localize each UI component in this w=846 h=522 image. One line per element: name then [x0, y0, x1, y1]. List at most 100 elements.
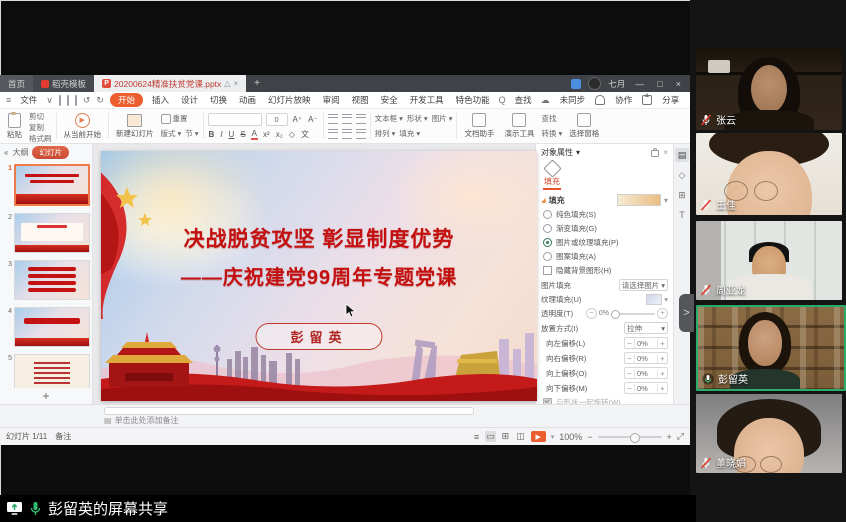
- hamburger-icon[interactable]: ≡: [6, 95, 11, 105]
- present-tools-button[interactable]: 演示工具: [501, 111, 537, 141]
- fill-section-header[interactable]: ◢ 填充 ▾: [541, 194, 668, 206]
- participant-video-4-speaking[interactable]: 彭留英: [696, 305, 846, 391]
- paste-button[interactable]: 粘贴: [4, 111, 25, 141]
- picture-fill-dropdown[interactable]: 请选择图片▾: [619, 279, 668, 291]
- strikethrough-button[interactable]: S: [239, 130, 246, 139]
- font-size-select[interactable]: 0: [266, 113, 288, 126]
- ribbon-tab-review[interactable]: 审阅: [320, 93, 343, 107]
- minus-icon[interactable]: −: [625, 384, 635, 393]
- thumbnail-1[interactable]: 1: [2, 164, 90, 206]
- ribbon-tab-devtools[interactable]: 开发工具: [407, 93, 447, 107]
- participant-video-5[interactable]: 董晓娟: [696, 394, 842, 473]
- increase-font-icon[interactable]: A⁺: [292, 115, 304, 124]
- text-tool-button[interactable]: 文: [300, 129, 310, 140]
- checkbox-rotate-with-shape[interactable]: 与形状一起旋转(W): [541, 397, 668, 404]
- bold-button[interactable]: B: [208, 130, 216, 139]
- sidebar-collapse-handle[interactable]: >: [679, 294, 694, 332]
- print-icon[interactable]: [67, 95, 69, 106]
- tab-document[interactable]: P 20200624精准扶贫党课.pptx △ ×: [94, 75, 246, 92]
- slides-tab[interactable]: 幻灯片: [32, 146, 69, 159]
- checkbox-hide-background[interactable]: 隐藏背景图形(H): [541, 265, 668, 276]
- thumbnail-3[interactable]: 3: [2, 260, 90, 300]
- arrange-button[interactable]: 排列▾: [375, 128, 396, 139]
- ribbon-tab-start[interactable]: 开始: [110, 93, 143, 107]
- ribbon-tab-slideshow[interactable]: 幻灯片放映: [265, 93, 314, 107]
- participant-video-2[interactable]: 王佳: [696, 133, 842, 215]
- format-painter-button[interactable]: 格式刷: [29, 133, 52, 144]
- app-window-icon[interactable]: [571, 79, 581, 89]
- layers-pane-icon[interactable]: ⊞: [675, 188, 689, 202]
- participant-video-1[interactable]: 张云: [696, 47, 842, 130]
- undo-icon[interactable]: ↺: [83, 95, 91, 106]
- number-list-icon[interactable]: [342, 114, 352, 124]
- slide-1[interactable]: 决战脱贫攻坚 彰显制度优势 ——庆祝建党99周年专题党课 彭留英: [101, 151, 537, 401]
- texture-swatch[interactable]: [646, 294, 662, 305]
- minus-icon[interactable]: −: [625, 369, 635, 378]
- offset-up-spinner[interactable]: −0%+: [624, 367, 668, 379]
- radio-solid-fill[interactable]: 纯色填充(S): [541, 209, 668, 220]
- decrease-font-icon[interactable]: A⁻: [307, 115, 319, 124]
- doc-assistant-button[interactable]: 文档助手: [461, 111, 497, 141]
- close-window-button[interactable]: ×: [673, 79, 684, 89]
- play-options-caret[interactable]: ▾: [551, 433, 555, 441]
- plus-icon[interactable]: +: [657, 384, 667, 393]
- plus-icon[interactable]: +: [657, 354, 667, 363]
- maximize-button[interactable]: □: [654, 79, 665, 89]
- font-family-select[interactable]: [208, 113, 262, 126]
- font-color-button[interactable]: A: [251, 129, 258, 140]
- ribbon-tab-insert[interactable]: 插入: [149, 93, 172, 107]
- subscript-button[interactable]: x₂: [275, 130, 284, 139]
- underline-button[interactable]: U: [228, 130, 236, 139]
- ribbon-tab-transition[interactable]: 切换: [207, 93, 230, 107]
- caret-down-icon[interactable]: ▾: [664, 295, 668, 304]
- layout-button[interactable]: 版式▾: [161, 128, 182, 139]
- account-avatar[interactable]: [588, 77, 601, 90]
- copy-button[interactable]: 复制: [29, 122, 52, 133]
- search-icon[interactable]: Q: [499, 95, 506, 105]
- ribbon-tab-view[interactable]: 视图: [349, 93, 372, 107]
- new-tab-button[interactable]: +: [246, 75, 268, 92]
- reading-view-icon[interactable]: ◫: [515, 431, 526, 442]
- clear-format-button[interactable]: ◇: [288, 130, 296, 139]
- radio-pattern-fill[interactable]: 图案填充(A): [541, 251, 668, 262]
- bullet-list-icon[interactable]: [328, 114, 338, 124]
- transparency-slider[interactable]: [611, 313, 655, 315]
- convert-button[interactable]: 转换▾: [541, 128, 562, 139]
- radio-gradient-fill[interactable]: 渐变填充(G): [541, 223, 668, 234]
- reset-button[interactable]: 重置: [161, 113, 199, 124]
- collapse-panel-icon[interactable]: «: [4, 148, 8, 157]
- zoom-out-button[interactable]: −: [587, 432, 592, 442]
- collab-button[interactable]: 协作: [612, 93, 635, 107]
- shape-button[interactable]: 形状▾: [407, 113, 428, 124]
- fill-tab[interactable]: 填充: [541, 161, 668, 191]
- slider-knob[interactable]: [611, 310, 620, 319]
- notes-toggle[interactable]: 备注: [55, 431, 71, 442]
- notes-view-icon[interactable]: ≡: [473, 432, 480, 442]
- zoom-in-button[interactable]: +: [667, 432, 672, 442]
- normal-view-icon[interactable]: ▭: [485, 431, 496, 442]
- properties-caret-icon[interactable]: ▾: [576, 148, 580, 157]
- ribbon-tab-design[interactable]: 设计: [178, 93, 201, 107]
- section-button[interactable]: 节▾: [185, 128, 198, 139]
- fit-slide-button[interactable]: ⤢: [677, 431, 684, 442]
- align-left-icon[interactable]: [328, 129, 338, 139]
- save-icon[interactable]: [59, 95, 61, 106]
- slide-title-block[interactable]: 决战脱贫攻坚 彰显制度优势 ——庆祝建党99周年专题党课: [101, 223, 537, 290]
- preview-icon[interactable]: [75, 95, 77, 106]
- ribbon-tab-security[interactable]: 安全: [378, 93, 401, 107]
- offset-left-spinner[interactable]: −0%+: [624, 337, 668, 349]
- plus-icon[interactable]: +: [657, 369, 667, 378]
- placement-dropdown[interactable]: 拉伸▾: [624, 322, 668, 334]
- align-center-icon[interactable]: [342, 129, 352, 139]
- offset-down-spinner[interactable]: −0%+: [624, 382, 668, 394]
- menu-file[interactable]: 文件: [17, 93, 40, 107]
- plus-icon[interactable]: +: [657, 339, 667, 348]
- outline-tab[interactable]: 大纲: [12, 147, 28, 158]
- fill-color-swatch[interactable]: [617, 194, 661, 206]
- close-panel-icon[interactable]: ×: [663, 148, 668, 157]
- redo-icon[interactable]: ↻: [96, 95, 104, 106]
- add-slide-button[interactable]: +: [0, 388, 92, 404]
- picture-button[interactable]: 图片▾: [432, 113, 453, 124]
- properties-pane-icon[interactable]: ▤: [675, 148, 689, 162]
- italic-button[interactable]: I: [219, 130, 223, 139]
